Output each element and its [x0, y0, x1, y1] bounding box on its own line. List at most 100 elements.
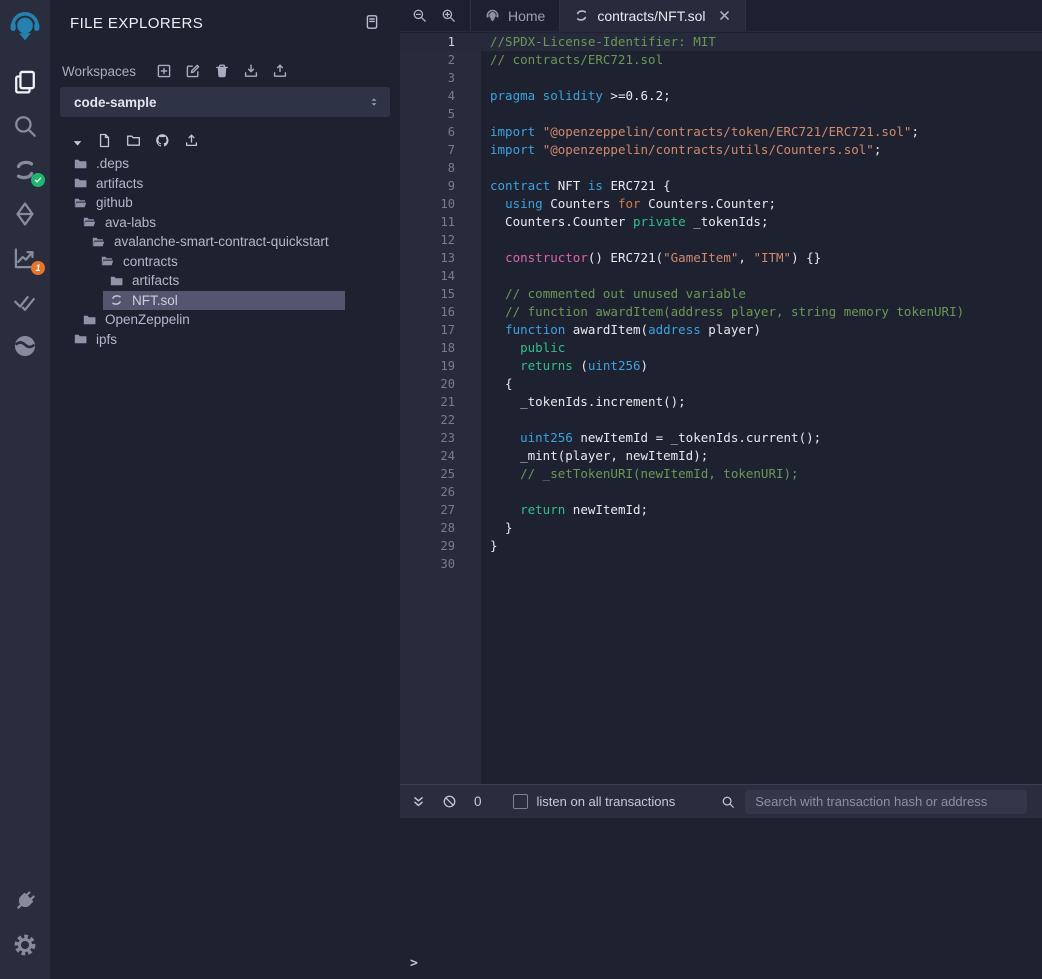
code-line[interactable]: 10 using Counters for Counters.Counter; [400, 195, 1042, 213]
settings-button[interactable] [12, 932, 38, 958]
file-explorer-button[interactable] [12, 69, 38, 95]
code-line[interactable]: 29} [400, 537, 1042, 555]
line-content: _mint(player, newItemId); [481, 447, 708, 465]
listen-transactions-label[interactable]: listen on all transactions [537, 794, 676, 809]
tree-item-openzeppelin[interactable]: OpenZeppelin [50, 310, 400, 330]
tree-item-artifacts[interactable]: artifacts [50, 174, 400, 194]
code-line[interactable]: 25 // _setTokenURI(newItemId, tokenURI); [400, 465, 1042, 483]
line-number: 11 [400, 213, 481, 231]
line-content: // function awardItem(address player, st… [481, 303, 964, 321]
new-folder-button[interactable] [126, 133, 141, 148]
code-line[interactable]: 23 uint256 newItemId = _tokenIds.current… [400, 429, 1042, 447]
code-line[interactable]: 14 [400, 267, 1042, 285]
transaction-search-input[interactable] [745, 790, 1027, 814]
listen-transactions-checkbox[interactable] [513, 794, 528, 809]
tree-item-label: ava-labs [105, 215, 156, 230]
tab-home[interactable]: Home [470, 0, 560, 31]
code-line[interactable]: 4pragma solidity >=0.6.2; [400, 87, 1042, 105]
sourcify-button[interactable] [12, 333, 38, 359]
code-line[interactable]: 6import "@openzeppelin/contracts/token/E… [400, 123, 1042, 141]
tree-toolbar [72, 133, 400, 148]
tree-item-artifacts[interactable]: artifacts [50, 271, 400, 291]
code-line[interactable]: 13 constructor() ERC721("GameItem", "ITM… [400, 249, 1042, 267]
code-line[interactable]: 28 } [400, 519, 1042, 537]
line-number: 15 [400, 285, 481, 303]
code-line[interactable]: 17 function awardItem(address player) [400, 321, 1042, 339]
tree-item-ipfs[interactable]: ipfs [50, 330, 400, 350]
code-line[interactable]: 2// contracts/ERC721.sol [400, 51, 1042, 69]
delete-workspace-button[interactable] [214, 63, 230, 79]
code-line[interactable]: 1//SPDX-License-Identifier: MIT [400, 33, 1042, 51]
code-line[interactable]: 22 [400, 411, 1042, 429]
workspace-select[interactable]: code-sample [60, 87, 390, 117]
tree-item--deps[interactable]: .deps [50, 154, 400, 174]
restore-workspaces-button[interactable] [272, 63, 288, 79]
publish-to-gist-button[interactable] [184, 133, 199, 148]
tab-bar: Homecontracts/NFT.sol [400, 0, 1042, 32]
code-line[interactable]: 20 { [400, 375, 1042, 393]
terminal-content[interactable]: > [400, 818, 1042, 979]
tree-item-ava-labs[interactable]: ava-labs [50, 213, 400, 233]
solidity-compiler-button[interactable] [12, 157, 38, 183]
code-line[interactable]: 27 return newItemId; [400, 501, 1042, 519]
code-line[interactable]: 8 [400, 159, 1042, 177]
code-line[interactable]: 7import "@openzeppelin/contracts/utils/C… [400, 141, 1042, 159]
tab-contracts-nft-sol[interactable]: contracts/NFT.sol [560, 0, 745, 31]
code-line[interactable]: 11 Counters.Counter private _tokenIds; [400, 213, 1042, 231]
close-icon[interactable] [718, 9, 731, 22]
deploy-and-run-button[interactable] [12, 201, 38, 227]
rename-workspace-button[interactable] [185, 63, 201, 79]
line-number: 10 [400, 195, 481, 213]
ban-icon [442, 796, 457, 813]
create-workspace-button[interactable] [156, 63, 172, 79]
book-icon[interactable] [364, 14, 380, 30]
file-icon [97, 133, 112, 148]
code-line[interactable]: 16 // function awardItem(address player,… [400, 303, 1042, 321]
line-content [481, 231, 490, 249]
tree-item-nft-sol[interactable]: NFT.sol [103, 291, 345, 311]
solidity-analyzers-button[interactable]: 1 [12, 245, 38, 271]
code-line[interactable]: 3 [400, 69, 1042, 87]
collapse-tree-button[interactable] [72, 136, 83, 147]
expand-terminal-slot[interactable] [412, 795, 425, 809]
code-line[interactable]: 24 _mint(player, newItemId); [400, 447, 1042, 465]
line-content: import "@openzeppelin/contracts/token/ER… [481, 123, 919, 141]
code-line[interactable]: 5 [400, 105, 1042, 123]
activity-bar-bottom [12, 879, 38, 979]
workspace-actions [156, 63, 288, 79]
plugin-manager-button[interactable] [12, 888, 38, 914]
solidity-unit-testing-button[interactable] [12, 289, 38, 315]
line-number: 28 [400, 519, 481, 537]
code-line[interactable]: 15 // commented out unused variable [400, 285, 1042, 303]
line-number: 14 [400, 267, 481, 285]
line-number: 6 [400, 123, 481, 141]
code-line[interactable]: 21 _tokenIds.increment(); [400, 393, 1042, 411]
file-tree: .depsartifactsgithubava-labsavalanche-sm… [50, 154, 400, 349]
clear-console-slot[interactable] [442, 794, 457, 809]
tree-item-contracts[interactable]: contracts [50, 252, 400, 272]
line-number: 23 [400, 429, 481, 447]
line-number: 18 [400, 339, 481, 357]
success-check-badge [31, 173, 45, 187]
code-line[interactable]: 30 [400, 555, 1042, 573]
zoom-out-button[interactable] [412, 8, 427, 23]
clone-from-github-button[interactable] [155, 133, 170, 148]
code-line[interactable]: 26 [400, 483, 1042, 501]
tree-item-avalanche-smart-contract-quickstart[interactable]: avalanche-smart-contract-quickstart [50, 232, 400, 252]
gear-icon [12, 932, 38, 958]
new-file-button[interactable] [97, 133, 112, 148]
line-content: using Counters for Counters.Counter; [481, 195, 776, 213]
remix-logo-button[interactable] [7, 8, 43, 44]
zoom-in-button[interactable] [441, 8, 456, 23]
line-content [481, 69, 490, 87]
code-line[interactable]: 19 returns (uint256) [400, 357, 1042, 375]
line-content: returns (uint256) [481, 357, 648, 375]
code-line[interactable]: 12 [400, 231, 1042, 249]
tree-item-github[interactable]: github [50, 193, 400, 213]
code-line[interactable]: 18 public [400, 339, 1042, 357]
code-line[interactable]: 9contract NFT is ERC721 { [400, 177, 1042, 195]
code-editor[interactable]: 1//SPDX-License-Identifier: MIT2// contr… [400, 33, 1042, 784]
search-button[interactable] [12, 113, 38, 139]
pencil-icon [185, 63, 201, 79]
download-workspaces-button[interactable] [243, 63, 259, 79]
